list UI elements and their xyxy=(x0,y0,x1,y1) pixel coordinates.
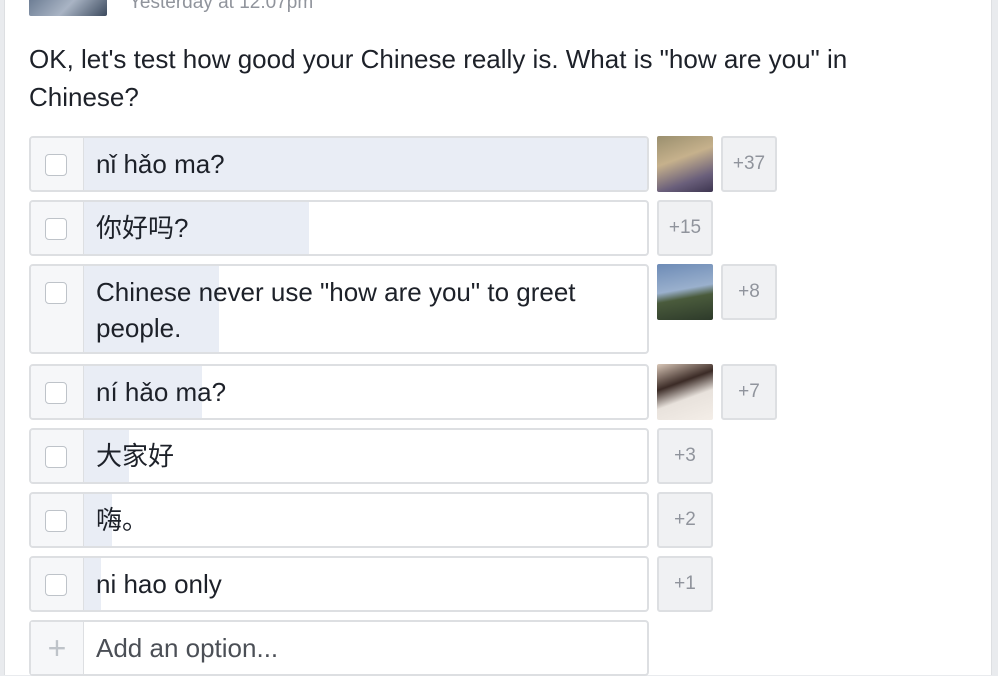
voter-avatar[interactable] xyxy=(657,364,713,420)
voter-avatar[interactable] xyxy=(657,264,713,320)
add-option-input[interactable] xyxy=(84,622,647,674)
voter-avatar[interactable] xyxy=(657,136,713,192)
more-voters-button[interactable]: +7 xyxy=(721,364,777,420)
poll-option-box[interactable]: 你好吗? xyxy=(29,200,649,256)
poll-option-label: ni hao only xyxy=(96,569,222,599)
more-voters-button[interactable]: +15 xyxy=(657,200,713,256)
more-voters-button[interactable]: +2 xyxy=(657,492,713,548)
vote-checkbox[interactable] xyxy=(45,154,67,176)
poll-option-box[interactable]: 嗨。 xyxy=(29,492,649,548)
vote-checkbox[interactable] xyxy=(45,282,67,304)
vote-checkbox[interactable] xyxy=(45,218,67,240)
poll-option-label: nǐ hǎo ma? xyxy=(96,149,225,179)
poll-option-box[interactable]: Chinese never use "how are you" to greet… xyxy=(29,264,649,354)
add-option-row: + xyxy=(29,620,649,676)
more-voters-button[interactable]: +37 xyxy=(721,136,777,192)
poll-question: OK, let's test how good your Chinese rea… xyxy=(29,44,848,112)
poll-option-label: 你好吗? xyxy=(96,213,189,243)
poll-option-label: 大家好 xyxy=(96,441,175,471)
plus-icon: + xyxy=(31,622,84,674)
poll-option-box[interactable]: ní hǎo ma? xyxy=(29,364,649,420)
poll-option-box[interactable]: ni hao only xyxy=(29,556,649,612)
post-timestamp[interactable]: Yesterday at 12:07pm xyxy=(129,0,313,14)
poll-option-label: Chinese never use "how are you" to greet… xyxy=(96,277,576,343)
poll-option-label: ní hǎo ma? xyxy=(96,377,227,407)
vote-checkbox[interactable] xyxy=(45,510,67,532)
more-voters-button[interactable]: +1 xyxy=(657,556,713,612)
vote-checkbox[interactable] xyxy=(45,574,67,596)
poll-option-label: 嗨。 xyxy=(96,505,149,535)
vote-checkbox[interactable] xyxy=(45,446,67,468)
poll-option-box[interactable]: nǐ hǎo ma? xyxy=(29,136,649,192)
author-avatar[interactable] xyxy=(29,0,107,16)
more-voters-button[interactable]: +3 xyxy=(657,428,713,484)
poll-post-card: Yesterday at 12:07pm OK, let's test how … xyxy=(4,0,992,676)
more-voters-button[interactable]: +8 xyxy=(721,264,777,320)
vote-checkbox[interactable] xyxy=(45,382,67,404)
poll-option-box[interactable]: 大家好 xyxy=(29,428,649,484)
